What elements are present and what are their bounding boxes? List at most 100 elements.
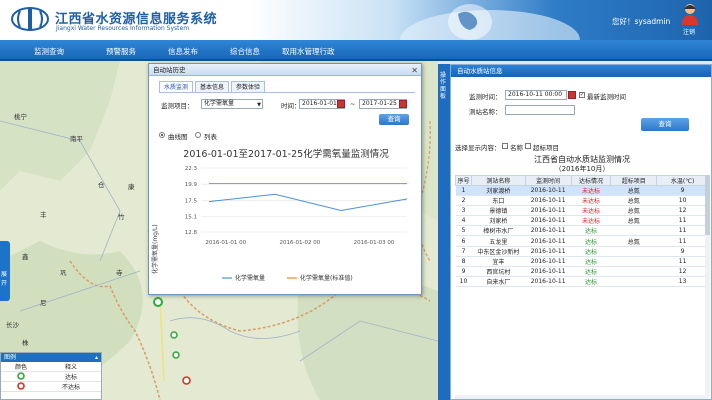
station-marker-icon[interactable] [153,297,163,307]
close-icon[interactable]: ✕ [411,65,418,77]
station-marker-icon[interactable] [172,351,180,359]
nav-monitor-query[interactable]: 监测查询 [34,46,64,57]
x-tick-label: 2016-01-02 00 [280,240,321,246]
legend-col-color: 颜色 [14,364,27,371]
green-circle-icon [17,371,25,380]
table-row[interactable]: 7 中东区金沙新村 2016-10-11 达标 9 [455,246,709,257]
horizontal-scrollbar[interactable] [455,395,709,399]
item-select[interactable]: 化学需氧量 ▼ [201,99,263,109]
col-header[interactable]: 水温(℃) [656,175,709,186]
status-cell: 未达标 [571,185,611,197]
list-view-radio[interactable] [195,132,201,138]
tab-params[interactable]: 参数体验 [231,81,266,92]
col-header[interactable]: 监测时间 [524,175,572,186]
station-marker-icon[interactable] [182,376,191,385]
tab-water-quality[interactable]: 水质监测 [159,81,194,92]
row-number: 3 [455,205,472,217]
calendar-icon[interactable] [337,100,345,108]
red-circle-icon [17,381,25,390]
station-name: 东口 [471,195,526,207]
operation-panel-tab[interactable]: 操作面板 [438,64,450,400]
monitor-time: 2016-10-11 [525,246,572,257]
table-row[interactable]: 1 刘家渡桥 2016-10-11 未达标 总氮 9 [455,185,709,197]
col-header[interactable]: 测站名称 [470,175,526,186]
window-titlebar[interactable]: 自动站历史 ✕ [149,64,421,76]
monitor-time: 2016-10-11 [525,195,572,207]
legend-header: 图例 ▴ [1,353,101,362]
station-info-panel: 自动水质站信息 监测时间： 2016-10-11 00:00 ✓ 最新监测时间 … [450,64,712,400]
date-separator: ~ [350,100,356,108]
monitor-time-input[interactable]: 2016-10-11 00:00 [505,90,567,100]
line-chart: 化学需氧量(mg/L) 22.3 19.9 17.5 15.1 12.8 2016-01… [151,166,408,282]
row-number: 2 [455,195,472,207]
tab-basic-info[interactable]: 基本信息 [195,81,230,92]
exceed-item: 总氮 [610,205,657,217]
tab-divider [159,92,415,93]
x-tick-label: 2016-01-03 00 [354,240,395,246]
map-label: 株 [22,339,29,347]
nav-publish[interactable]: 信息发布 [168,46,198,57]
water-temp: 11 [656,215,709,227]
map-label: 尼 [40,299,47,307]
calendar-icon[interactable] [399,100,407,108]
monitor-time: 2016-10-11 [525,225,572,237]
logout-link[interactable]: 注销 [683,27,695,36]
map-legend: 图例 ▴ 颜色 释义 达标 不达标 [0,352,102,400]
table-row[interactable]: 10 自来水厂 2016-10-11 达标 13 [455,276,709,287]
legend-row: 不达标 [1,381,101,392]
map-side-tab[interactable]: 展开 [0,241,10,301]
row-number: 7 [455,246,472,257]
station-history-window: 自动站历史 ✕ 水质监测 基本信息 参数体验 监测项目： 化学需氧量 ▼ 时间：… [148,63,422,295]
y-tick-label: 15.1 [185,215,197,221]
col-header[interactable]: 达标情况 [570,175,612,186]
map-label: 仓 [98,181,105,189]
show-exceed-label: 超标项目 [533,144,559,152]
station-name: 景德镇 [471,205,526,217]
station-name: 中东区金沙新村 [471,246,526,257]
status-cell: 达标 [571,276,611,287]
col-header[interactable]: 序号 [455,175,472,186]
latest-time-checkbox[interactable]: ✓ [579,92,585,98]
panel-header: 自动水质站信息 [451,65,711,77]
calendar-icon[interactable] [568,91,576,99]
legend-item: 化学需氧量(标准值) [300,274,353,282]
col-header[interactable]: 超标项目 [610,175,658,186]
collapse-icon[interactable]: ▴ [95,353,98,362]
table-row[interactable]: 2 东口 2016-10-11 未达标 总氮 10 [455,195,709,207]
status-cell: 达标 [571,246,611,257]
legend-col-meaning: 释义 [64,364,77,371]
table-row[interactable]: 6 五龙里 2016-10-11 达标 总氮 11 [455,235,709,247]
panel-query-button[interactable]: 查询 [641,118,689,131]
table-row[interactable]: 3 景德镇 2016-10-11 未达标 总氮 12 [455,205,709,217]
row-number: 1 [455,185,472,197]
water-temp: 10 [656,195,709,207]
show-exceed-checkbox[interactable] [525,143,531,149]
water-temp: 12 [656,205,709,217]
exceed-item [610,266,657,277]
vertical-scrollbar[interactable] [705,175,710,395]
row-number: 8 [455,256,472,267]
query-button[interactable]: 查询 [379,114,409,125]
table-row[interactable]: 4 刘家桥 2016-10-11 未达标 总氮 11 [455,215,709,227]
station-name-input[interactable] [505,105,575,115]
display-filter-label: 选择显示内容： [455,144,501,152]
user-avatar-icon[interactable] [681,3,699,25]
table-row[interactable]: 9 西官坑村 2016-10-11 达标 12 [455,266,709,277]
nav-general-info[interactable]: 综合信息 [230,46,260,57]
nav-warning[interactable]: 预警服务 [106,46,136,57]
chart-view-radio[interactable] [159,132,165,138]
station-marker-icon[interactable] [170,331,178,339]
table-row[interactable]: 8 宜丰 2016-10-11 达标 11 [455,256,709,267]
scroll-thumb[interactable] [705,175,710,235]
map-label: 南平 [70,135,83,143]
show-name-checkbox[interactable] [502,143,508,149]
map-label: 寺 [116,269,123,277]
nav-water-admin[interactable]: 取用水管理行政 [282,46,335,57]
station-name: 刘家渡桥 [471,185,526,197]
legend-title: 图例 [4,354,17,361]
exceed-item [610,225,657,237]
window-title: 自动站历史 [153,66,186,74]
table-row[interactable]: 5 樟树市水厂 2016-10-11 达标 11 [455,225,709,237]
station-name: 西官坑村 [471,266,526,277]
app-subtitle: Jiangxi Water Resources Information Syst… [56,25,190,32]
